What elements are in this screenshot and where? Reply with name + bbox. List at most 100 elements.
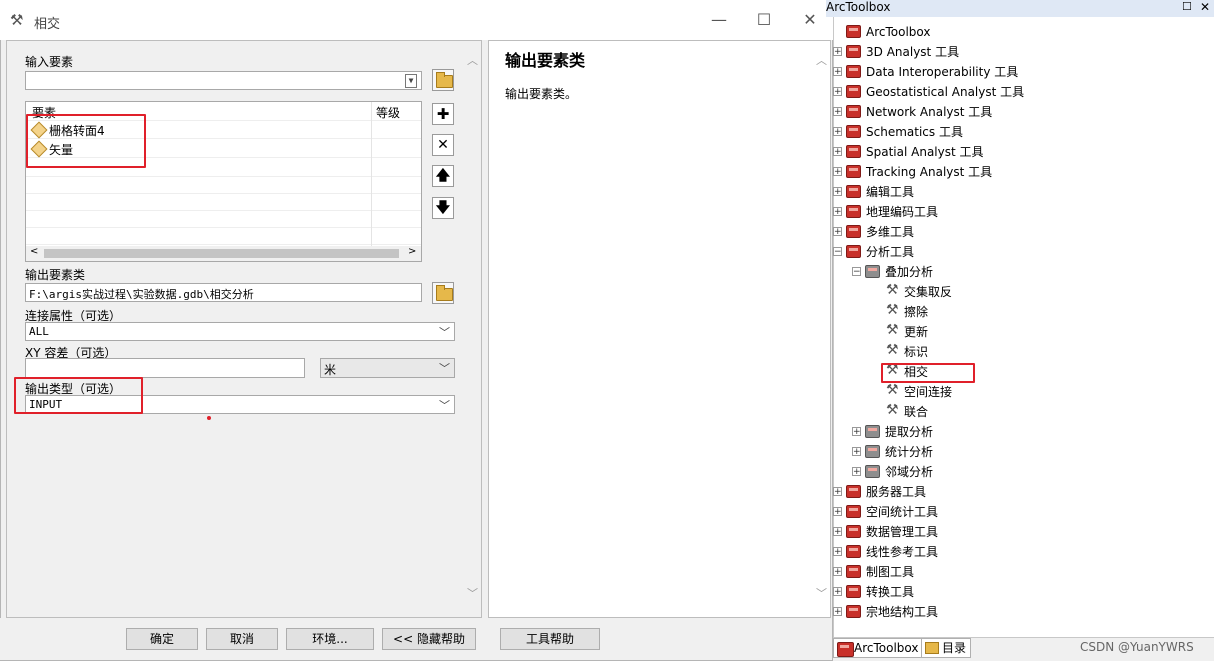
expand-icon[interactable]: + xyxy=(833,227,842,237)
tool-help-button[interactable]: 工具帮助 xyxy=(500,628,600,650)
environments-button[interactable]: 环境... xyxy=(286,628,374,650)
expand-icon[interactable]: + xyxy=(852,447,861,457)
move-up-button[interactable]: 🡅 xyxy=(432,165,454,187)
expand-icon[interactable]: + xyxy=(833,607,842,617)
toolbox-icon xyxy=(846,65,861,78)
expand-icon[interactable]: + xyxy=(833,567,842,577)
tree-toolset-item[interactable]: 提取分析 xyxy=(885,422,933,442)
scroll-up-icon[interactable]: ︿ xyxy=(467,52,478,68)
tab-arctoolbox[interactable]: ArcToolbox xyxy=(833,638,924,658)
tree-toolbox-item[interactable]: 制图工具 xyxy=(866,562,914,582)
maximize-button[interactable]: ☐ xyxy=(750,8,778,32)
catalog-icon xyxy=(925,642,939,654)
tree-toolbox-item[interactable]: 多维工具 xyxy=(866,222,914,242)
chevron-down-icon: ﹀ xyxy=(439,399,450,412)
tree-toolbox-item[interactable]: 转换工具 xyxy=(866,582,914,602)
scroll-thumb[interactable] xyxy=(44,249,399,258)
expand-icon[interactable]: + xyxy=(852,467,861,477)
help-scroll-up-icon[interactable]: ︿ xyxy=(816,52,827,68)
expand-icon[interactable]: + xyxy=(833,527,842,537)
tree-root[interactable]: ArcToolbox xyxy=(866,22,930,42)
join-attributes-select[interactable]: ALL ﹀ xyxy=(25,322,455,341)
expand-icon[interactable]: − xyxy=(833,247,842,257)
help-pane xyxy=(488,40,831,618)
hammer-icon: ⚒ xyxy=(886,282,899,298)
tree-toolbox-item[interactable]: Data Interoperability 工具 xyxy=(866,62,1018,82)
expand-icon[interactable]: + xyxy=(833,507,842,517)
tree-toolbox-item[interactable]: Schematics 工具 xyxy=(866,122,963,142)
expand-icon[interactable]: + xyxy=(833,547,842,557)
remove-feature-button[interactable]: ✕ xyxy=(432,134,454,156)
hide-help-button[interactable]: << 隐藏帮助 xyxy=(382,628,476,650)
scroll-down-icon[interactable]: ﹀ xyxy=(467,585,478,601)
toolbox-icon xyxy=(846,105,861,118)
expand-icon[interactable]: − xyxy=(852,267,861,277)
tree-toolbox-item[interactable]: 服务器工具 xyxy=(866,482,926,502)
dialog-title: 相交 xyxy=(34,17,61,32)
hammer-icon: ⚒ xyxy=(10,11,24,29)
close-panel-icon[interactable]: ✕ xyxy=(1200,0,1210,14)
tab-label: ArcToolbox xyxy=(854,641,919,655)
tree-toolbox-item[interactable]: 宗地结构工具 xyxy=(866,602,938,622)
expand-icon[interactable]: + xyxy=(852,427,861,437)
tree-tool-item[interactable]: 交集取反 xyxy=(904,282,952,302)
input-features-dropdown[interactable]: ▼ xyxy=(25,71,422,90)
expand-icon[interactable]: + xyxy=(833,87,842,97)
watermark: CSDN @YuanYWRS xyxy=(1080,640,1194,654)
tree-toolbox-item[interactable]: 地理编码工具 xyxy=(866,202,938,222)
hammer-icon: ⚒ xyxy=(886,402,899,418)
expand-icon[interactable]: + xyxy=(833,107,842,117)
tree-tool-item[interactable]: 更新 xyxy=(904,322,928,342)
restore-icon[interactable]: ☐ xyxy=(1182,0,1192,13)
tree-tool-item[interactable]: 标识 xyxy=(904,342,928,362)
toolbox-header: ArcToolbox ☐ ✕ xyxy=(826,0,1214,17)
horizontal-scrollbar[interactable]: < > xyxy=(26,246,421,261)
tree-toolbox-item[interactable]: 线性参考工具 xyxy=(866,542,938,562)
expand-icon[interactable]: + xyxy=(833,207,842,217)
tree-tool-item[interactable]: 擦除 xyxy=(904,302,928,322)
minimize-button[interactable]: — xyxy=(705,8,733,32)
expand-icon[interactable]: + xyxy=(833,67,842,77)
scroll-right-icon[interactable]: > xyxy=(408,246,416,257)
browse-output-button[interactable] xyxy=(432,282,454,304)
ok-button[interactable]: 确定 xyxy=(126,628,198,650)
tree-toolbox-item[interactable]: Network Analyst 工具 xyxy=(866,102,992,122)
tree-tool-item[interactable]: 联合 xyxy=(904,402,928,422)
xy-tolerance-input[interactable] xyxy=(25,358,305,378)
tree-toolbox-item[interactable]: Geostatistical Analyst 工具 xyxy=(866,82,1024,102)
tree-toolbox-item[interactable]: 3D Analyst 工具 xyxy=(866,42,959,62)
scroll-left-icon[interactable]: < xyxy=(30,246,38,257)
tree-toolbox-item[interactable]: Tracking Analyst 工具 xyxy=(866,162,992,182)
expand-icon[interactable]: + xyxy=(833,167,842,177)
tree-toolbox-item[interactable]: 数据管理工具 xyxy=(866,522,938,542)
tree-tool-item[interactable]: 空间连接 xyxy=(904,382,952,402)
xy-tolerance-unit-select[interactable]: 米 ﹀ xyxy=(320,358,455,378)
rank-column-header: 等级 xyxy=(376,106,401,120)
close-button[interactable]: ✕ xyxy=(796,8,824,32)
tree-toolbox-item[interactable]: 编辑工具 xyxy=(866,182,914,202)
expand-icon[interactable]: + xyxy=(833,187,842,197)
table-row xyxy=(26,210,421,228)
expand-icon[interactable]: + xyxy=(833,47,842,57)
expand-icon[interactable]: + xyxy=(833,147,842,157)
tree-toolbox-item[interactable]: 空间统计工具 xyxy=(866,502,938,522)
move-down-button[interactable]: 🡇 xyxy=(432,197,454,219)
browse-input-button[interactable] xyxy=(432,69,454,91)
expand-icon[interactable]: + xyxy=(833,587,842,597)
help-scroll-down-icon[interactable]: ﹀ xyxy=(816,585,827,601)
toolbox-icon xyxy=(846,525,861,538)
tree-toolbox-item[interactable]: 分析工具 xyxy=(866,242,914,262)
output-feature-class-input[interactable]: F:\argis实战过程\实验数据.gdb\相交分析 xyxy=(25,283,422,302)
tree-toolbox-item[interactable]: Spatial Analyst 工具 xyxy=(866,142,984,162)
cancel-button[interactable]: 取消 xyxy=(206,628,278,650)
tab-catalog[interactable]: 目录 xyxy=(921,638,972,658)
chevron-down-icon: ﹀ xyxy=(439,362,450,375)
expand-icon[interactable]: + xyxy=(833,127,842,137)
toolbox-icon xyxy=(846,505,861,518)
column-divider xyxy=(371,102,372,247)
add-feature-button[interactable]: ✚ xyxy=(432,103,454,125)
expand-icon[interactable]: + xyxy=(833,487,842,497)
tree-toolset-item[interactable]: 统计分析 xyxy=(885,442,933,462)
tree-toolset-overlay[interactable]: 叠加分析 xyxy=(885,262,933,282)
tree-toolset-item[interactable]: 邻域分析 xyxy=(885,462,933,482)
